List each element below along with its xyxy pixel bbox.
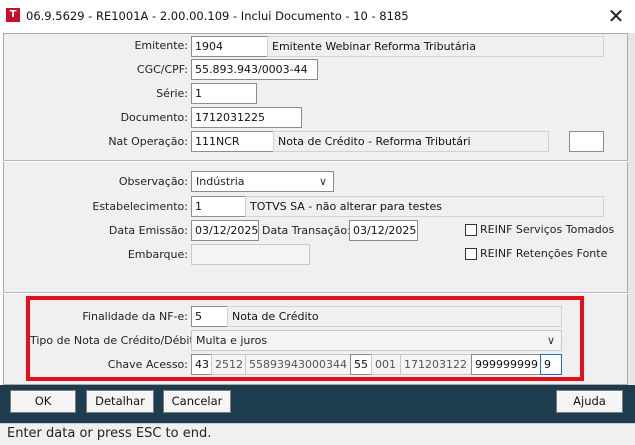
ajuda-button[interactable]: Ajuda bbox=[556, 390, 623, 413]
emitente-name-field: Emitente Webinar Reforma Tributária bbox=[267, 36, 604, 57]
estabelecimento-code-field[interactable]: 1 bbox=[191, 196, 246, 217]
app-icon: T bbox=[6, 8, 20, 22]
nat-operacao-label: Nat Operação: bbox=[108, 135, 188, 148]
chave-acesso-label: Chave Acesso: bbox=[107, 358, 188, 371]
reinf-retencoes-label: REINF Retenções Fonte bbox=[480, 247, 608, 260]
close-icon: ✕ bbox=[607, 4, 625, 28]
section-divider bbox=[3, 160, 628, 162]
finalidade-description: Nota de Crédito bbox=[227, 306, 562, 327]
chave-part-aamm[interactable]: 2512 bbox=[211, 354, 246, 375]
nat-operacao-code-field[interactable]: 111NCR bbox=[191, 131, 274, 152]
chevron-down-icon: ∨ bbox=[546, 334, 555, 347]
chevron-down-icon: ∨ bbox=[318, 175, 327, 188]
chave-part-serie[interactable]: 001 bbox=[371, 354, 401, 375]
data-transacao-field[interactable]: 03/12/2025 bbox=[349, 220, 418, 241]
chave-part-modelo[interactable]: 55 bbox=[350, 354, 372, 375]
detalhar-button[interactable]: Detalhar bbox=[86, 390, 154, 413]
estabelecimento-label: Estabelecimento: bbox=[92, 200, 188, 213]
data-emissao-field[interactable]: 03/12/2025 bbox=[191, 220, 259, 241]
reinf-servicos-label: REINF Serviços Tomados bbox=[480, 223, 615, 236]
observacao-value: Indústria bbox=[196, 175, 245, 188]
documento-field[interactable]: 1712031225 bbox=[191, 107, 302, 128]
close-button[interactable]: ✕ bbox=[597, 0, 635, 33]
cgc-field[interactable]: 55.893.943/0003-44 bbox=[191, 59, 318, 80]
tipo-nota-dropdown[interactable]: Multa e juros ∨ bbox=[191, 330, 562, 351]
nat-operacao-extra-field[interactable] bbox=[569, 131, 604, 152]
serie-field[interactable]: 1 bbox=[191, 83, 257, 104]
embarque-label: Embarque: bbox=[127, 248, 188, 261]
background-strip bbox=[628, 33, 635, 385]
nat-operacao-description: Nota de Crédito - Reforma Tributári bbox=[273, 131, 549, 152]
estabelecimento-name-field: TOTVS SA - não alterar para testes bbox=[245, 196, 604, 217]
window-title: 06.9.5629 - RE1001A - 2.00.00.109 - Incl… bbox=[26, 9, 409, 23]
finalidade-code-field[interactable]: 5 bbox=[191, 306, 228, 327]
chave-part-numero[interactable]: 171203122 bbox=[400, 354, 472, 375]
cancelar-button[interactable]: Cancelar bbox=[163, 390, 231, 413]
observacao-dropdown[interactable]: Indústria ∨ bbox=[191, 171, 334, 192]
section-divider bbox=[3, 292, 628, 294]
tipo-nota-value: Multa e juros bbox=[196, 334, 268, 347]
reinf-servicos-checkbox[interactable] bbox=[465, 224, 477, 236]
observacao-label: Observação: bbox=[118, 175, 188, 188]
title-bar: T 06.9.5629 - RE1001A - 2.00.00.109 - In… bbox=[0, 0, 635, 33]
embarque-field[interactable] bbox=[191, 244, 310, 265]
cgc-label: CGC/CPF: bbox=[136, 63, 188, 76]
chave-part-cnpj[interactable]: 55893943000344 bbox=[245, 354, 351, 375]
chave-part-codigo[interactable]: 999999999 bbox=[471, 354, 541, 375]
emitente-label: Emitente: bbox=[134, 39, 188, 52]
chave-part-uf[interactable]: 43 bbox=[191, 354, 212, 375]
tipo-nota-label: Tipo de Nota de Crédito/Débito: bbox=[30, 334, 205, 347]
finalidade-label: Finalidade da NF-e: bbox=[82, 310, 188, 323]
documento-label: Documento: bbox=[120, 111, 188, 124]
emitente-code-field[interactable]: 1904 bbox=[191, 36, 268, 57]
data-emissao-label: Data Emissão: bbox=[108, 224, 188, 237]
data-transacao-label: Data Transação: bbox=[262, 224, 351, 237]
reinf-retencoes-checkbox[interactable] bbox=[465, 248, 477, 260]
chave-part-digito[interactable]: 9 bbox=[540, 354, 562, 375]
serie-label: Série: bbox=[156, 87, 188, 100]
ok-button[interactable]: OK bbox=[10, 390, 76, 413]
status-bar: Enter data or press ESC to end. bbox=[0, 423, 635, 445]
